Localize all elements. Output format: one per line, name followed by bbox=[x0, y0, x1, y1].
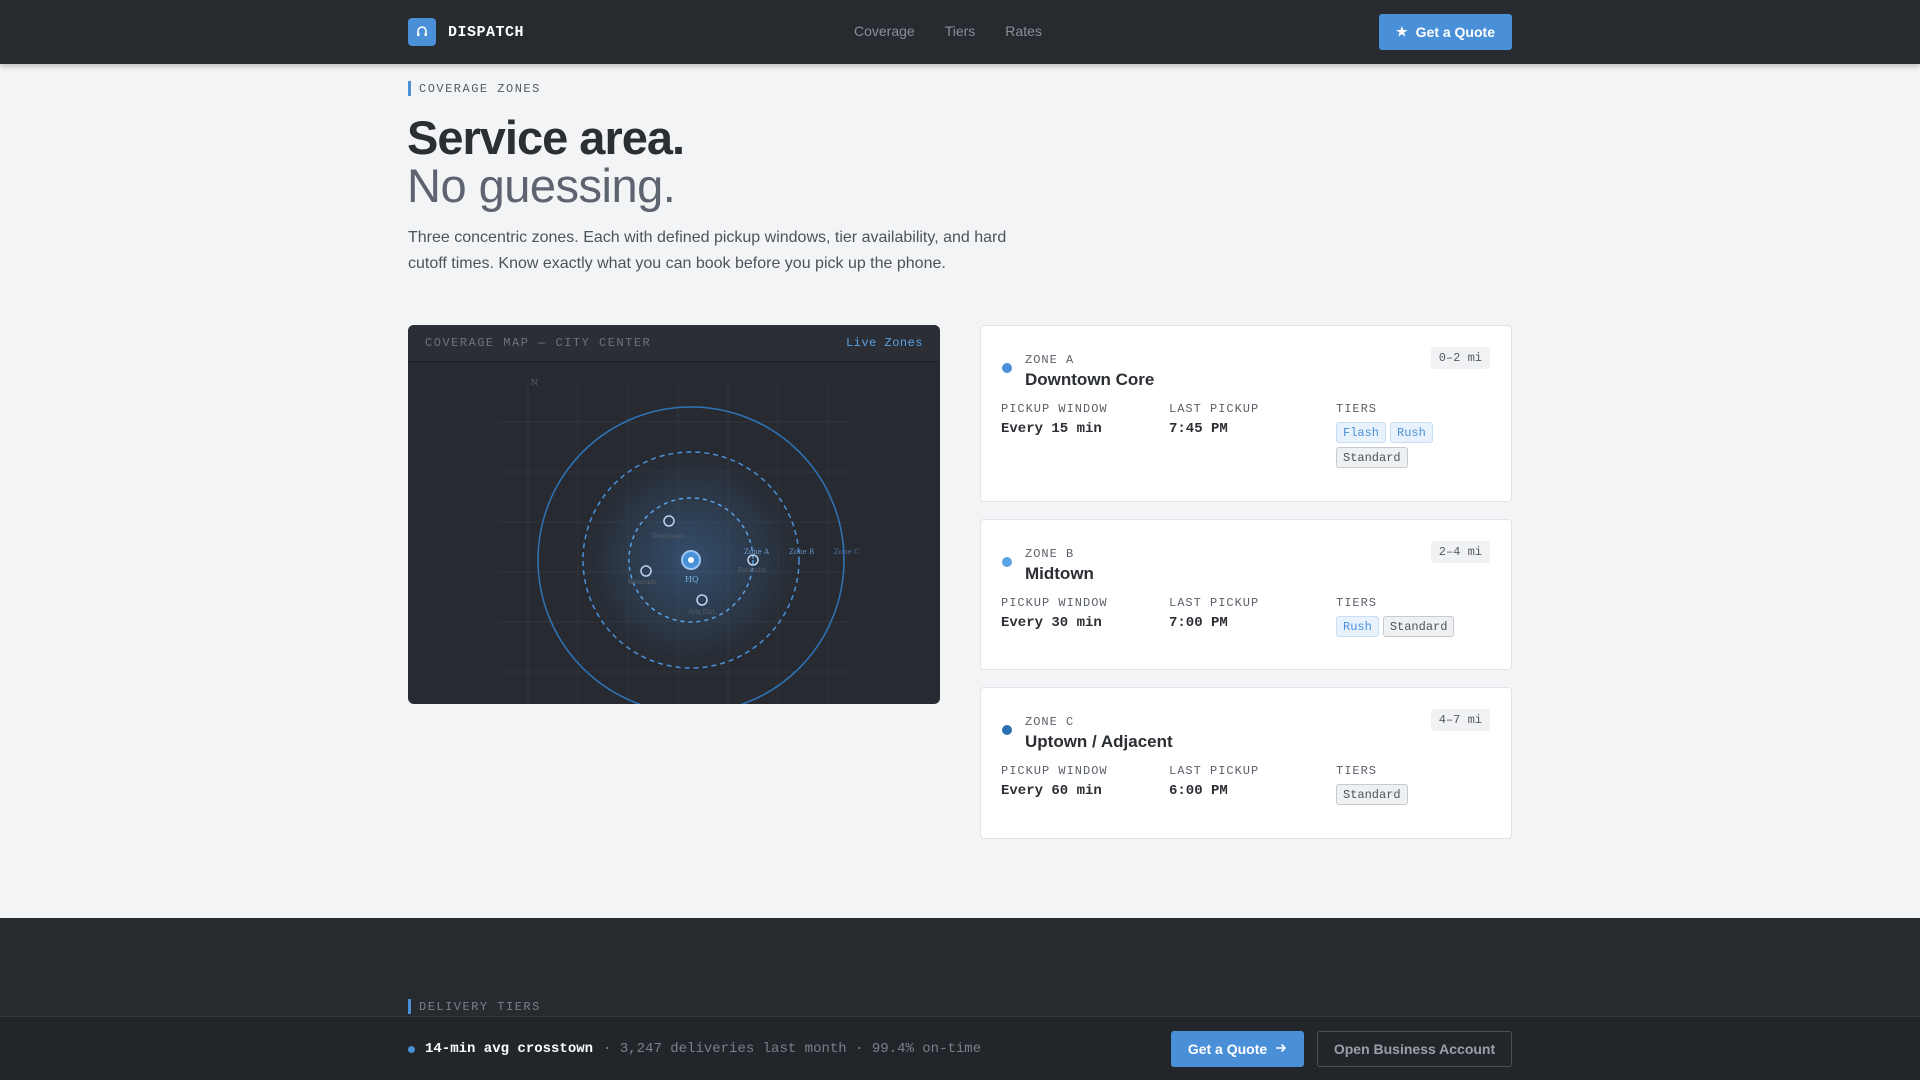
main-nav: Coverage Tiers Rates bbox=[854, 23, 1042, 39]
stats-line: 14-min avg crosstown · 3,247 deliveries … bbox=[408, 1041, 981, 1057]
page-subtitle: No guessing. bbox=[407, 159, 676, 212]
last-pickup-value: 7:00 PM bbox=[1169, 615, 1228, 631]
get-quote-label: Get a Quote bbox=[1415, 24, 1495, 40]
zone-color-dot bbox=[1002, 557, 1012, 567]
stat-headline: 14-min avg crosstown bbox=[425, 1041, 594, 1057]
open-business-account-button[interactable]: Open Business Account bbox=[1317, 1031, 1512, 1067]
pickup-window-value: Every 15 min bbox=[1001, 421, 1102, 437]
sticky-cta-bar: 14-min avg crosstown · 3,247 deliveries … bbox=[0, 1016, 1920, 1080]
zone-label: ZONE A bbox=[1025, 353, 1075, 367]
status-dot-icon bbox=[408, 1045, 415, 1053]
top-navbar: DISPATCH Coverage Tiers Rates ★ Get a Qu… bbox=[0, 0, 1920, 64]
tier-tags: Flash Rush Standard bbox=[1336, 422, 1446, 468]
star-icon: ★ bbox=[1395, 24, 1408, 39]
page-title: Service area. bbox=[407, 111, 685, 164]
zone-label: ZONE B bbox=[1025, 547, 1075, 561]
zone-name: Uptown / Adjacent bbox=[1025, 732, 1173, 751]
pickup-window-value: Every 60 min bbox=[1001, 783, 1102, 799]
map-title: COVERAGE MAP — CITY CENTER bbox=[425, 336, 652, 350]
tier-tags: Rush Standard bbox=[1336, 616, 1496, 637]
compass-label: N bbox=[531, 378, 538, 387]
hero-description: Three concentric zones. Each with define… bbox=[408, 229, 1007, 272]
coverage-map[interactable]: COVERAGE MAP — CITY CENTER Live Zones N … bbox=[408, 325, 940, 704]
last-pickup-header: LAST PICKUP bbox=[1169, 596, 1260, 610]
stat-details: · 3,247 deliveries last month · 99.4% on… bbox=[603, 1041, 982, 1057]
zone-distance-badge: 4–7 mi bbox=[1430, 709, 1490, 731]
tiers-header: TIERS bbox=[1336, 596, 1378, 610]
zone-card-c[interactable]: ZONE C Uptown / Adjacent 4–7 mi PICKUP W… bbox=[980, 687, 1512, 839]
place-label: Riverside bbox=[628, 579, 657, 586]
tier-tag-rush: Rush bbox=[1390, 422, 1433, 443]
zone-c-map-label: Zone C bbox=[834, 548, 859, 556]
tier-tag-flash: Flash bbox=[1336, 422, 1387, 443]
zone-a-map-label: Zone A bbox=[744, 548, 770, 556]
map-canvas: N HQ Zone A Zone B Zone C Downtown Finan… bbox=[498, 378, 859, 704]
eyebrow-bar bbox=[408, 999, 411, 1014]
zone-card-a[interactable]: ZONE A Downtown Core 0–2 mi PICKUP WINDO… bbox=[980, 325, 1512, 502]
pickup-window-value: Every 30 min bbox=[1001, 615, 1102, 631]
zone-distance-badge: 0–2 mi bbox=[1430, 347, 1490, 369]
zone-color-dot bbox=[1002, 363, 1012, 373]
place-label: Arts Dist. bbox=[687, 609, 717, 616]
eyebrow-bar bbox=[408, 81, 411, 96]
tier-tags: Standard bbox=[1336, 784, 1446, 805]
last-pickup-header: LAST PICKUP bbox=[1169, 764, 1260, 778]
last-pickup-header: LAST PICKUP bbox=[1169, 402, 1260, 416]
pickup-window-header: PICKUP WINDOW bbox=[1001, 402, 1108, 416]
sticky-get-quote-label: Get a Quote bbox=[1187, 1041, 1268, 1057]
section-eyebrow: COVERAGE ZONES bbox=[408, 81, 541, 96]
get-quote-button[interactable]: ★ Get a Quote bbox=[1379, 14, 1512, 50]
tier-tag-standard: Standard bbox=[1336, 784, 1408, 805]
sticky-get-quote-button[interactable]: Get a Quote bbox=[1171, 1031, 1304, 1067]
tiers-header: TIERS bbox=[1336, 402, 1378, 416]
brand-name: DISPATCH bbox=[448, 23, 525, 41]
brand[interactable]: DISPATCH bbox=[408, 18, 524, 46]
hq-marker-center bbox=[688, 557, 694, 563]
place-label: Downtown bbox=[652, 533, 685, 540]
eyebrow-label: COVERAGE ZONES bbox=[419, 81, 541, 96]
zone-card-b[interactable]: ZONE B Midtown 2–4 mi PICKUP WINDOW LAST… bbox=[980, 519, 1512, 670]
tier-tag-standard: Standard bbox=[1336, 447, 1408, 468]
dispatch-logo-icon bbox=[408, 18, 436, 46]
zone-distance-badge: 2–4 mi bbox=[1430, 541, 1490, 563]
section-eyebrow: DELIVERY TIERS bbox=[408, 999, 541, 1014]
zone-b-map-label: Zone B bbox=[789, 548, 814, 556]
pickup-window-header: PICKUP WINDOW bbox=[1001, 764, 1108, 778]
last-pickup-value: 7:45 PM bbox=[1169, 421, 1228, 437]
nav-link-coverage[interactable]: Coverage bbox=[854, 23, 915, 39]
last-pickup-value: 6:00 PM bbox=[1169, 783, 1228, 799]
zone-name: Midtown bbox=[1025, 564, 1094, 583]
zone-name: Downtown Core bbox=[1025, 370, 1155, 389]
place-label: Financial bbox=[738, 567, 766, 574]
zone-label: ZONE C bbox=[1025, 715, 1075, 729]
pickup-window-header: PICKUP WINDOW bbox=[1001, 596, 1108, 610]
zone-color-dot bbox=[1002, 725, 1012, 735]
map-header: COVERAGE MAP — CITY CENTER Live Zones bbox=[408, 325, 940, 362]
eyebrow-label: DELIVERY TIERS bbox=[419, 999, 541, 1014]
tier-tag-standard: Standard bbox=[1382, 616, 1455, 637]
hq-label: HQ bbox=[685, 575, 699, 584]
live-zones-link[interactable]: Live Zones bbox=[846, 336, 923, 350]
tiers-header: TIERS bbox=[1336, 764, 1378, 778]
nav-link-tiers[interactable]: Tiers bbox=[945, 23, 976, 39]
tier-tag-rush: Rush bbox=[1336, 616, 1379, 637]
arrow-right-icon bbox=[1275, 1041, 1287, 1057]
nav-link-rates[interactable]: Rates bbox=[1005, 23, 1042, 39]
